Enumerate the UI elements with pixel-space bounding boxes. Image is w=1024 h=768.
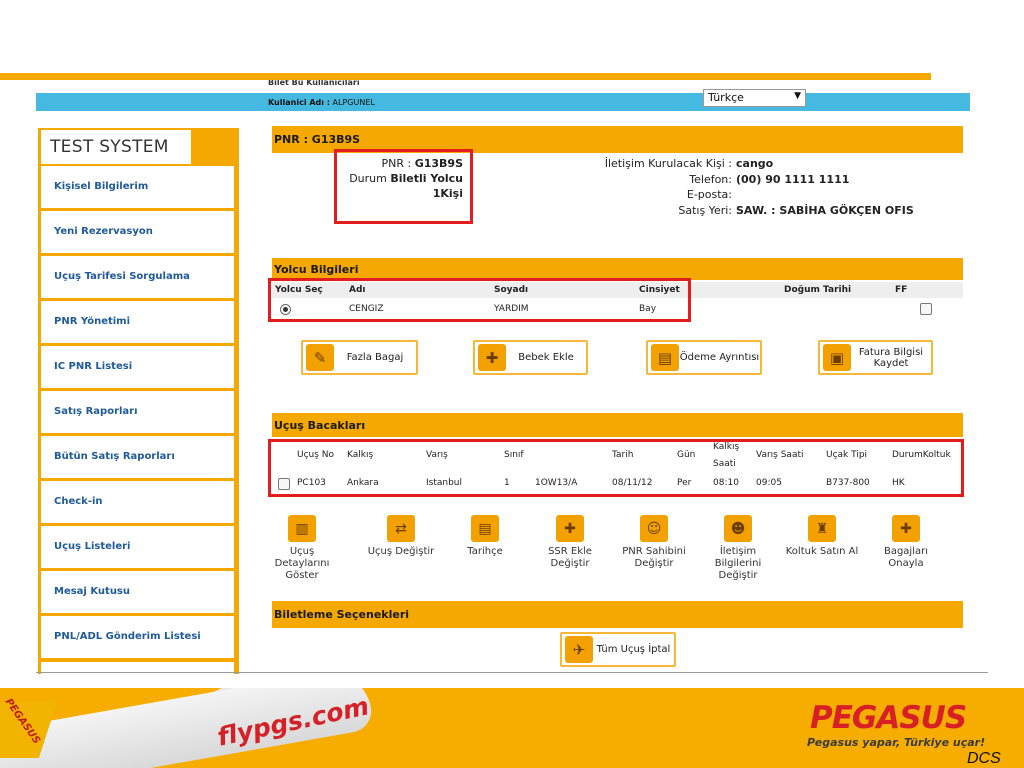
app-topbar: Bilet Bu Kullanıcıları Kullanici Adı : A…: [36, 80, 970, 112]
history-icon: ▤: [471, 515, 499, 542]
username-label: Kullanici Adı :: [268, 98, 330, 107]
footer-banner: PEGASUS flypgs.com PEGASUS Pegasus yapar…: [0, 688, 1024, 768]
ticketing-header-bar: Biletleme Seçenekleri: [272, 601, 963, 628]
ssr-icon: ✚: [556, 515, 584, 542]
buy-seat-button[interactable]: ♜ Koltuk Satın Al: [782, 515, 862, 558]
confirm-baggage-button[interactable]: ✚ Bagajları Onayla: [866, 515, 946, 570]
sidebar-item-personal[interactable]: Kişisel Bilgilerim: [41, 166, 234, 208]
save-invoice-label: Fatura Bilgisi Kaydet: [858, 346, 924, 369]
seat-icon: ♜: [808, 515, 836, 542]
phone-value: (00) 90 1111 1111: [736, 172, 850, 186]
sidebar: TEST SYSTEM Kişisel Bilgilerim Yeni Reze…: [38, 128, 239, 674]
payment-details-button[interactable]: ▤ Ödeme Ayrıntısı: [646, 340, 762, 375]
flight-details-button[interactable]: ▥ Uçuş Detaylarını Göster: [262, 515, 342, 582]
col-dob: Doğum Tarihi: [784, 285, 852, 295]
excess-baggage-button[interactable]: ✎ Fazla Bagaj: [301, 340, 418, 375]
username-value: ALPGUNEL: [332, 98, 375, 107]
chevron-down-icon: ▼: [794, 91, 801, 101]
system-title: TEST SYSTEM: [41, 130, 191, 164]
baggage-confirm-icon: ✚: [892, 515, 920, 542]
contact-info: İletişim Kurulacak Kişi : cango Telefon: (…: [575, 156, 914, 218]
language-value: Türkçe: [708, 91, 744, 104]
change-pnr-owner-button[interactable]: ☺ PNR Sahibini Değiştir: [614, 515, 694, 570]
passenger-header-bar: Yolcu Bilgileri: [272, 258, 963, 280]
email-label: E-posta:: [686, 188, 732, 201]
details-icon: ▥: [288, 515, 316, 542]
slide-top-rule: [0, 73, 931, 80]
change-flight-button[interactable]: ⇄ Uçuş Değiştir: [361, 515, 441, 558]
confirm-baggage-label: Bagajları Onayla: [883, 546, 929, 569]
save-invoice-button[interactable]: ▣ Fatura Bilgisi Kaydet: [818, 340, 933, 375]
sales-value: SAW. : SABİHA GÖKÇEN OFIS: [736, 203, 914, 217]
payment-details-label: Ödeme Ayrıntısı: [679, 352, 760, 363]
change-pnr-owner-label: PNR Sahibini Değiştir: [622, 546, 686, 569]
change-contact-label: İletişim Bilgilerini Değiştir: [714, 546, 762, 581]
cancel-all-label: Tüm Uçuş İptal: [596, 644, 671, 655]
sidebar-item-sales-reports[interactable]: Satış Raporları: [41, 391, 234, 433]
phone-label: Telefon:: [689, 172, 732, 186]
baggage-icon: ✎: [306, 344, 334, 371]
user-info-cut: Bilet Bu Kullanıcıları: [268, 80, 360, 87]
highlight-box-pnr: [334, 149, 473, 224]
history-button[interactable]: ▤ Tarihçe: [445, 515, 525, 558]
slogan: Pegasus yapar, Türkiye uçar!: [807, 736, 986, 749]
flight-details-label: Uçuş Detaylarını Göster: [274, 546, 330, 581]
contact-value: cango: [736, 157, 774, 170]
language-select[interactable]: Türkçe ▼: [703, 89, 806, 107]
sidebar-item-flight-schedule[interactable]: Uçuş Tarifesi Sorgulama: [41, 256, 234, 298]
sidebar-item-pnr-management[interactable]: PNR Yönetimi: [41, 301, 234, 343]
contact-icon: ☻: [724, 515, 752, 542]
cancel-plane-icon: ✈: [565, 636, 593, 663]
sidebar-item-all-sales-reports[interactable]: Bütün Satış Raporları: [41, 436, 234, 478]
username-line: Kullanici Adı : ALPGUNEL: [268, 98, 375, 107]
header-band: [36, 93, 970, 111]
footer-divider: [36, 672, 988, 673]
sidebar-item-new-reservation[interactable]: Yeni Rezervasyon: [41, 211, 234, 253]
add-infant-button[interactable]: ✚ Bebek Ekle: [473, 340, 588, 375]
flights-header-bar: Uçuş Bacakları: [272, 413, 963, 437]
infant-icon: ✚: [478, 344, 506, 371]
history-label: Tarihçe: [467, 546, 503, 557]
ssr-edit-label: SSR Ekle Değiştir: [548, 546, 592, 569]
sales-label: Satış Yeri:: [678, 203, 732, 217]
change-flight-label: Uçuş Değiştir: [367, 546, 435, 557]
contact-label: İletişim Kurulacak Kişi :: [604, 157, 732, 170]
payment-icon: ▤: [651, 344, 679, 371]
col-ff: FF: [895, 285, 908, 295]
highlight-box-flights: [268, 439, 964, 497]
sidebar-item-inbox[interactable]: Mesaj Kutusu: [41, 571, 234, 613]
invoice-icon: ▣: [823, 344, 851, 371]
slide-tag: DCS: [967, 750, 1001, 767]
people-icon: ☺: [640, 515, 668, 542]
swap-icon: ⇄: [387, 515, 415, 542]
excess-baggage-label: Fazla Bagaj: [346, 352, 404, 363]
change-contact-button[interactable]: ☻ İletişim Bilgilerini Değiştir: [698, 515, 778, 582]
ff-checkbox[interactable]: [920, 303, 932, 315]
buy-seat-label: Koltuk Satın Al: [785, 546, 859, 557]
cancel-all-flights-button[interactable]: ✈ Tüm Uçuş İptal: [560, 632, 676, 667]
pegasus-logo: PEGASUS: [810, 700, 967, 736]
sidebar-item-pnl-adl[interactable]: PNL/ADL Gönderim Listesi: [41, 616, 234, 658]
ssr-edit-button[interactable]: ✚ SSR Ekle Değiştir: [530, 515, 610, 570]
sidebar-item-check-in[interactable]: Check-in: [41, 481, 234, 523]
sidebar-item-ic-pnr-list[interactable]: IC PNR Listesi: [41, 346, 234, 388]
sidebar-item-flight-lists[interactable]: Uçuş Listeleri: [41, 526, 234, 568]
add-infant-label: Bebek Ekle: [518, 352, 574, 363]
highlight-box-passenger: [268, 278, 691, 322]
